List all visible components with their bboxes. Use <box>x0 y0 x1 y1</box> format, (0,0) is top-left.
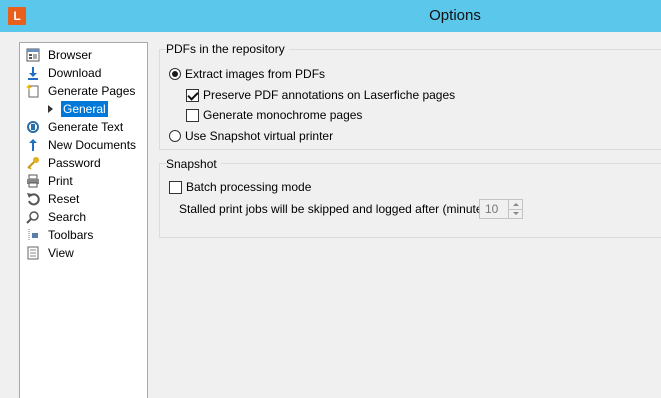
snapshot-printer-radio-button[interactable] <box>169 130 181 142</box>
tree-item-label: Generate Text <box>48 120 124 134</box>
extract-images-radio-button[interactable] <box>169 68 181 80</box>
preserve-annotations-checkbox[interactable]: Preserve PDF annotations on Laserfiche p… <box>186 88 455 102</box>
stalled-jobs-label: Stalled print jobs will be skipped and l… <box>179 202 493 216</box>
tree-item-label: New Documents <box>48 138 137 152</box>
tree-item-label: Reset <box>48 192 80 206</box>
extract-images-label: Extract images from PDFs <box>185 67 326 81</box>
upload-arrow-icon <box>26 138 40 152</box>
chevron-up-icon <box>512 202 519 206</box>
browser-icon <box>26 48 40 62</box>
tree-item-label: Password <box>48 156 101 170</box>
download-arrow-icon <box>26 66 40 80</box>
tree-item-browser[interactable]: Browser <box>26 46 94 64</box>
snapshot-group <box>159 163 661 238</box>
tree-item-new-documents[interactable]: New Documents <box>26 136 138 154</box>
stalled-minutes-value[interactable]: 10 <box>480 200 508 218</box>
stalled-jobs-row: Stalled print jobs will be skipped and l… <box>179 202 493 216</box>
chevron-down-icon <box>512 212 519 216</box>
monochrome-checkbox[interactable]: Generate monochrome pages <box>186 108 362 122</box>
tree-item-view[interactable]: View <box>26 244 76 262</box>
tree-item-toolbars[interactable]: Toolbars <box>26 226 95 244</box>
toolbars-icon <box>26 228 40 242</box>
options-category-tree[interactable]: Browser Download Generate Pages General … <box>19 42 148 398</box>
title-bar: L Options <box>0 0 661 32</box>
magnifier-icon <box>26 210 40 224</box>
tree-item-generate-pages[interactable]: Generate Pages <box>26 82 137 100</box>
laserfiche-logo-icon[interactable]: L <box>8 7 26 25</box>
tree-item-password[interactable]: Password <box>26 154 103 172</box>
tree-item-print[interactable]: Print <box>26 172 75 190</box>
stepper-buttons <box>508 200 522 218</box>
generate-pages-icon <box>26 84 40 98</box>
preserve-annotations-check[interactable] <box>186 88 199 102</box>
tree-item-label: View <box>48 246 74 260</box>
tree-item-generate-text[interactable]: Generate Text <box>26 118 125 136</box>
window-title: Options <box>429 7 481 24</box>
batch-mode-checkbox[interactable]: Batch processing mode <box>169 180 311 194</box>
printer-icon <box>26 174 40 188</box>
tree-item-label: Generate Pages <box>48 84 136 98</box>
tree-item-reset[interactable]: Reset <box>26 190 81 208</box>
tree-item-search[interactable]: Search <box>26 208 88 226</box>
tree-item-label: Toolbars <box>48 228 94 242</box>
tree-item-general[interactable]: General <box>48 100 108 118</box>
generate-text-icon <box>26 120 40 134</box>
tree-item-label: Print <box>48 174 73 188</box>
pdfs-group-title: PDFs in the repository <box>166 42 289 56</box>
preserve-annotations-label: Preserve PDF annotations on Laserfiche p… <box>203 88 456 102</box>
reset-icon <box>26 192 40 206</box>
stalled-minutes-stepper[interactable]: 10 <box>479 199 523 219</box>
extract-images-radio[interactable]: Extract images from PDFs <box>169 67 325 81</box>
key-icon <box>26 156 40 170</box>
stepper-up-button[interactable] <box>509 200 522 210</box>
monochrome-check[interactable] <box>186 108 199 122</box>
tree-item-label: Browser <box>48 48 93 62</box>
view-icon <box>26 246 40 260</box>
tree-item-label: General <box>61 101 108 117</box>
tree-item-label: Download <box>48 66 102 80</box>
snapshot-group-title: Snapshot <box>166 157 221 171</box>
stepper-down-button[interactable] <box>509 210 522 219</box>
tree-item-download[interactable]: Download <box>26 64 103 82</box>
snapshot-printer-label: Use Snapshot virtual printer <box>185 129 334 143</box>
snapshot-printer-radio[interactable]: Use Snapshot virtual printer <box>169 129 333 143</box>
monochrome-label: Generate monochrome pages <box>203 108 363 122</box>
expander-arrow-icon[interactable] <box>48 105 53 113</box>
batch-mode-check[interactable] <box>169 180 182 194</box>
batch-mode-label: Batch processing mode <box>186 180 312 194</box>
tree-item-label: Search <box>48 210 87 224</box>
